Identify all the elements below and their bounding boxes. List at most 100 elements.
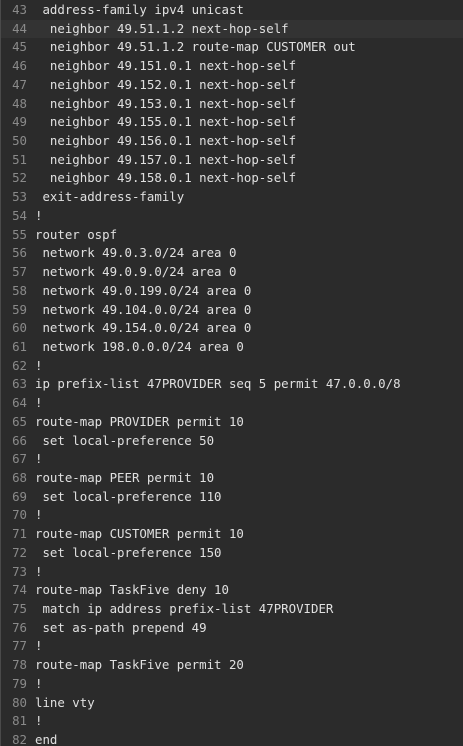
line-number: 69 [12, 488, 27, 504]
code-text[interactable]: route-map CUSTOMER permit 10 [35, 525, 244, 544]
code-text[interactable]: network 49.154.0.0/24 area 0 [35, 319, 251, 338]
code-text[interactable]: set as-path prepend 49 [35, 619, 206, 638]
line-number: 67 [12, 451, 27, 467]
code-text[interactable]: ! [35, 712, 42, 731]
code-text[interactable]: route-map PEER permit 10 [35, 469, 214, 488]
code-text[interactable]: ! [35, 394, 42, 413]
line-number: 43 [12, 2, 27, 17]
code-text[interactable]: network 49.0.199.0/24 area 0 [35, 282, 251, 301]
line-number: 73 [12, 563, 27, 579]
code-text[interactable]: ! [35, 357, 42, 376]
code-line[interactable]: 49 neighbor 49.155.0.1 next-hop-self [1, 113, 463, 132]
code-line[interactable]: 43 address-family ipv4 unicast [1, 1, 463, 20]
line-number: 55 [12, 226, 27, 242]
line-number: 47 [12, 76, 27, 92]
code-text[interactable]: route-map PROVIDER permit 10 [35, 413, 244, 432]
code-line[interactable]: 82 end [1, 731, 463, 746]
code-line[interactable]: 73! [1, 563, 463, 582]
code-line[interactable]: 65 route-map PROVIDER permit 10 [1, 413, 463, 432]
code-line[interactable]: 70! [1, 506, 463, 525]
code-text[interactable]: network 198.0.0.0/24 area 0 [35, 338, 243, 357]
code-line[interactable]: 58 network 49.0.199.0/24 area 0 [1, 282, 463, 301]
code-line[interactable]: 72 set local-preference 150 [1, 544, 463, 563]
line-number: 57 [12, 264, 27, 280]
code-line[interactable]: 69 set local-preference 110 [1, 488, 463, 507]
code-line[interactable]: 81! [1, 712, 463, 731]
code-line[interactable]: 77! [1, 637, 463, 656]
code-text[interactable]: ! [35, 450, 42, 469]
code-text[interactable]: set local-preference 150 [35, 544, 221, 563]
code-text[interactable]: match ip address prefix-list 47PROVIDER [35, 600, 333, 619]
code-line[interactable]: 61 network 198.0.0.0/24 area 0 [1, 338, 463, 357]
code-line[interactable]: 63 ip prefix-list 47PROVIDER seq 5 permit… [1, 375, 463, 394]
code-line[interactable]: 79! [1, 675, 463, 694]
code-text[interactable]: line vty [35, 694, 95, 713]
line-number: 66 [12, 432, 27, 448]
line-number: 76 [12, 619, 27, 635]
code-text[interactable]: neighbor 49.151.0.1 next-hop-self [35, 57, 296, 76]
line-number: 80 [12, 694, 27, 710]
code-editor[interactable]: 43 address-family ipv4 unicast 44 neighbo… [0, 0, 463, 746]
code-line[interactable]: 62! [1, 357, 463, 376]
code-text[interactable]: address-family ipv4 unicast [35, 1, 243, 20]
code-line[interactable]: 75 match ip address prefix-list 47PROVID… [1, 600, 463, 619]
code-text[interactable]: network 49.104.0.0/24 area 0 [35, 301, 251, 320]
line-number: 81 [12, 713, 27, 729]
code-text[interactable]: neighbor 49.156.0.1 next-hop-self [35, 132, 296, 151]
line-number: 51 [12, 151, 27, 167]
code-line[interactable]: 50 neighbor 49.156.0.1 next-hop-self [1, 132, 463, 151]
code-text[interactable]: network 49.0.3.0/24 area 0 [35, 244, 236, 263]
code-text[interactable]: neighbor 49.158.0.1 next-hop-self [35, 169, 296, 188]
code-text[interactable]: ! [35, 207, 42, 226]
code-line[interactable]: 48 neighbor 49.153.0.1 next-hop-self [1, 95, 463, 114]
code-line[interactable]: 80 line vty [1, 694, 463, 713]
code-line[interactable]: 52 neighbor 49.158.0.1 next-hop-self [1, 169, 463, 188]
code-line[interactable]: 53 exit-address-family [1, 188, 463, 207]
code-text[interactable]: exit-address-family [35, 188, 184, 207]
code-line[interactable]: 60 network 49.154.0.0/24 area 0 [1, 319, 463, 338]
code-line[interactable]: 71 route-map CUSTOMER permit 10 [1, 525, 463, 544]
code-text[interactable]: neighbor 49.157.0.1 next-hop-self [35, 151, 296, 170]
code-line[interactable]: 68 route-map PEER permit 10 [1, 469, 463, 488]
code-line[interactable]: 44 neighbor 49.51.1.2 next-hop-self [1, 19, 463, 39]
code-line[interactable]: 74 route-map TaskFive deny 10 [1, 581, 463, 600]
code-text[interactable]: route-map TaskFive permit 20 [35, 656, 244, 675]
code-line[interactable]: 46 neighbor 49.151.0.1 next-hop-self [1, 57, 463, 76]
line-number: 74 [12, 582, 27, 598]
line-number: 71 [12, 526, 27, 542]
code-text[interactable]: ! [35, 675, 42, 694]
code-line[interactable]: 56 network 49.0.3.0/24 area 0 [1, 244, 463, 263]
line-number: 82 [12, 732, 27, 746]
code-text[interactable]: router ospf [35, 226, 117, 245]
code-line[interactable]: 67! [1, 450, 463, 469]
code-line[interactable]: 57 network 49.0.9.0/24 area 0 [1, 263, 463, 282]
line-number: 58 [12, 282, 27, 298]
line-number: 54 [12, 207, 27, 223]
code-line[interactable]: 78 route-map TaskFive permit 20 [1, 656, 463, 675]
code-line[interactable]: 76 set as-path prepend 49 [1, 619, 463, 638]
code-line[interactable]: 55 router ospf [1, 226, 463, 245]
code-text[interactable]: set local-preference 110 [35, 488, 221, 507]
code-text[interactable]: ! [35, 563, 42, 582]
code-text[interactable]: neighbor 49.51.1.2 route-map CUSTOMER ou… [35, 38, 356, 57]
code-text[interactable]: route-map TaskFive deny 10 [35, 581, 229, 600]
code-line[interactable]: 45 neighbor 49.51.1.2 route-map CUSTOMER… [1, 38, 463, 57]
code-line[interactable]: 54! [1, 207, 463, 226]
code-line[interactable]: 59 network 49.104.0.0/24 area 0 [1, 301, 463, 320]
code-text[interactable]: set local-preference 50 [35, 432, 214, 451]
code-line[interactable]: 51 neighbor 49.157.0.1 next-hop-self [1, 151, 463, 170]
code-text[interactable]: neighbor 49.51.1.2 next-hop-self [35, 20, 289, 39]
code-text[interactable]: neighbor 49.153.0.1 next-hop-self [35, 95, 296, 114]
code-line[interactable]: 64! [1, 394, 463, 413]
code-text[interactable]: network 49.0.9.0/24 area 0 [35, 263, 236, 282]
code-line[interactable]: 47 neighbor 49.152.0.1 next-hop-self [1, 76, 463, 95]
code-text[interactable]: neighbor 49.152.0.1 next-hop-self [35, 76, 296, 95]
code-text[interactable]: neighbor 49.155.0.1 next-hop-self [35, 113, 296, 132]
code-line[interactable]: 66 set local-preference 50 [1, 432, 463, 451]
line-number: 44 [12, 20, 27, 36]
code-text[interactable]: ip prefix-list 47PROVIDER seq 5 permit 4… [35, 375, 401, 394]
line-number: 45 [12, 39, 27, 55]
code-text[interactable]: ! [35, 637, 42, 656]
code-text[interactable]: end [35, 731, 57, 746]
code-text[interactable]: ! [35, 506, 42, 525]
